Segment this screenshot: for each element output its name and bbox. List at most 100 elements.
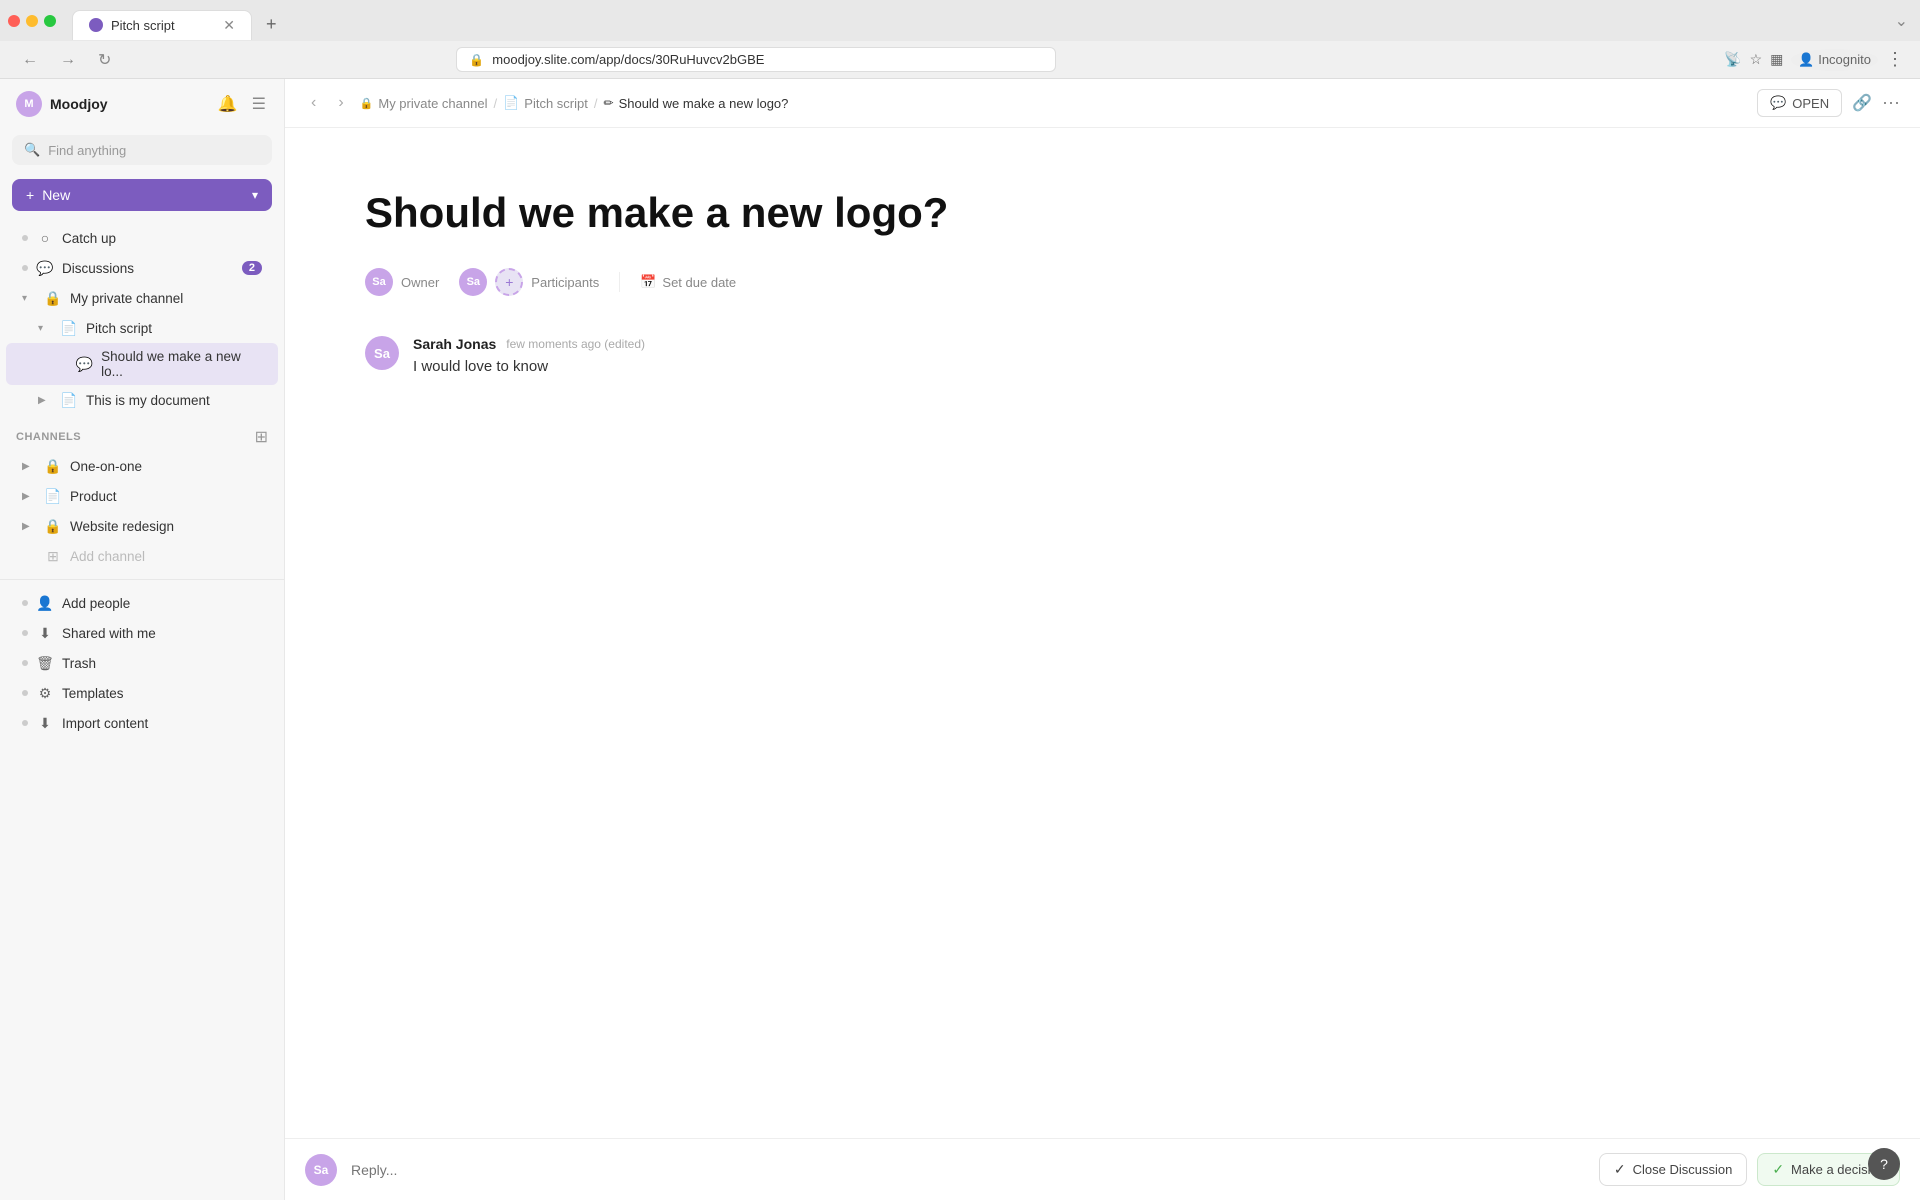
due-date-btn[interactable]: 📅 Set due date — [640, 274, 736, 290]
address-input[interactable]: 🔒 moodjoy.slite.com/app/docs/30RuHuvcv2b… — [456, 47, 1056, 72]
workspace-label: Moodjoy — [50, 96, 108, 112]
add-channel-section-btn[interactable]: ⊞ — [255, 427, 268, 447]
active-tab[interactable]: Pitch script ✕ — [72, 10, 252, 40]
catchup-icon: ○ — [36, 229, 54, 247]
breadcrumb-discussion[interactable]: ✏ Should we make a new logo? — [604, 96, 789, 111]
notifications-btn[interactable]: 🔔 — [216, 92, 240, 116]
bookmark-icon[interactable]: ☆ — [1750, 51, 1763, 68]
nav-item-shared-with-me[interactable]: ⬇ Shared with me — [6, 618, 278, 648]
tab-close-btn[interactable]: ✕ — [223, 17, 235, 34]
discussions-badge: 2 — [242, 261, 262, 275]
reply-input[interactable] — [351, 1162, 1585, 1178]
nav-item-import[interactable]: ⬇ Import content — [6, 708, 278, 738]
more-options-btn[interactable]: ⋯ — [1882, 93, 1900, 114]
minimize-window-btn[interactable] — [26, 15, 38, 27]
shared-icon: ⬇ — [36, 624, 54, 642]
message-time: few moments ago (edited) — [506, 337, 645, 351]
help-btn[interactable]: ? — [1868, 1148, 1900, 1180]
maximize-window-btn[interactable] — [44, 15, 56, 27]
breadcrumb-doc-icon: 📄 — [503, 95, 519, 111]
add-participant-btn[interactable]: + — [495, 268, 523, 296]
close-discussion-btn[interactable]: ✓ Close Discussion — [1599, 1153, 1747, 1186]
discussions-label: Discussions — [62, 261, 134, 276]
sidebar-toggle-icon[interactable]: ▦ — [1770, 51, 1783, 68]
sidebar: M Moodjoy 🔔 ☰ 🔍 Find anything + New ▾ ○ … — [0, 79, 285, 1200]
app-container: M Moodjoy 🔔 ☰ 🔍 Find anything + New ▾ ○ … — [0, 79, 1920, 1200]
close-discussion-icon: ✓ — [1614, 1161, 1626, 1178]
add-channel-icon: ⊞ — [44, 547, 62, 565]
new-button-label: New — [42, 187, 70, 203]
nav-item-trash[interactable]: 🗑 Trash — [6, 648, 278, 678]
sidebar-nav: ○ Catch up 💬 Discussions 2 ▾ 🔒 My privat… — [0, 219, 284, 1200]
nav-item-one-on-one[interactable]: ▶ 🔒 One-on-one — [6, 451, 278, 481]
pitch-script-chevron: ▾ — [38, 323, 52, 334]
forward-btn[interactable]: → — [54, 49, 82, 71]
new-button-arrow: ▾ — [252, 188, 258, 202]
reply-actions: ✓ Close Discussion ✓ Make a decision — [1599, 1153, 1900, 1186]
message-header: Sarah Jonas few moments ago (edited) — [413, 336, 1840, 352]
workspace-avatar: M — [16, 91, 42, 117]
tab-overflow-btn[interactable]: ⌄ — [1883, 3, 1920, 39]
breadcrumb-channel-label: My private channel — [378, 96, 487, 111]
shared-label: Shared with me — [62, 626, 156, 641]
sidebar-divider — [0, 579, 284, 580]
meta-divider — [619, 272, 620, 292]
search-icon: 🔍 — [24, 142, 40, 158]
templates-icon: ⚙ — [36, 684, 54, 702]
nav-item-templates[interactable]: ⚙ Templates — [6, 678, 278, 708]
browser-chrome: Pitch script ✕ + ⌄ ← → ↻ 🔒 moodjoy.slite… — [0, 0, 1920, 79]
nav-item-my-document[interactable]: ▶ 📄 This is my document — [6, 385, 278, 415]
nav-item-catchup[interactable]: ○ Catch up — [6, 223, 278, 253]
nav-item-private-channel[interactable]: ▾ 🔒 My private channel — [6, 283, 278, 313]
browser-actions: 📡 ☆ ▦ 👤 Incognito ⋮ — [1724, 49, 1904, 71]
open-btn[interactable]: 💬 OPEN — [1757, 89, 1842, 117]
profile-icon[interactable]: 👤 Incognito — [1791, 49, 1878, 71]
nav-item-add-channel[interactable]: ⊞ Add channel — [6, 541, 278, 571]
menu-icon[interactable]: ⋮ — [1886, 49, 1904, 70]
breadcrumb-lock-icon: 🔒 — [360, 97, 374, 110]
my-document-chevron: ▶ — [38, 395, 52, 406]
open-icon: 💬 — [1770, 95, 1786, 111]
add-people-label: Add people — [62, 596, 130, 611]
nav-item-discussion-active[interactable]: 💬 Should we make a new lo... — [6, 343, 278, 385]
breadcrumb-pencil-icon: ✏ — [604, 96, 614, 110]
website-redesign-chevron: ▶ — [22, 521, 36, 532]
new-icon: + — [26, 187, 34, 203]
trash-dot — [22, 660, 28, 666]
add-people-icon: 👤 — [36, 594, 54, 612]
message-author: Sarah Jonas — [413, 336, 496, 352]
catchup-label: Catch up — [62, 231, 116, 246]
private-channel-lock-icon: 🔒 — [44, 289, 62, 307]
nav-item-discussions[interactable]: 💬 Discussions 2 — [6, 253, 278, 283]
discussion-title: Should we make a new logo? — [365, 188, 1840, 238]
nav-item-product[interactable]: ▶ 📄 Product — [6, 481, 278, 511]
back-nav-btn[interactable]: ‹ — [305, 92, 322, 114]
due-date-label: Set due date — [662, 275, 736, 290]
address-bar: ← → ↻ 🔒 moodjoy.slite.com/app/docs/30RuH… — [0, 41, 1920, 78]
reload-btn[interactable]: ↻ — [92, 48, 117, 72]
copy-link-btn[interactable]: 🔗 — [1852, 93, 1872, 113]
open-label: OPEN — [1792, 96, 1829, 111]
url-text: moodjoy.slite.com/app/docs/30RuHuvcv2bGB… — [492, 52, 764, 67]
product-label: Product — [70, 489, 117, 504]
nav-item-pitch-script[interactable]: ▾ 📄 Pitch script — [6, 313, 278, 343]
import-label: Import content — [62, 716, 148, 731]
breadcrumb: 🔒 My private channel / 📄 Pitch script / … — [360, 95, 789, 111]
nav-item-website-redesign[interactable]: ▶ 🔒 Website redesign — [6, 511, 278, 541]
new-button[interactable]: + New ▾ — [12, 179, 272, 211]
breadcrumb-channel[interactable]: 🔒 My private channel — [360, 96, 488, 111]
sidebar-header: M Moodjoy 🔔 ☰ — [0, 79, 284, 129]
channels-label: Channels — [16, 431, 81, 443]
tab-title: Pitch script — [111, 18, 175, 33]
search-bar[interactable]: 🔍 Find anything — [12, 135, 272, 165]
tab-favicon — [89, 18, 103, 32]
nav-item-add-people[interactable]: 👤 Add people — [6, 588, 278, 618]
breadcrumb-doc[interactable]: 📄 Pitch script — [503, 95, 588, 111]
new-tab-btn[interactable]: + — [256, 8, 287, 41]
collapse-sidebar-btn[interactable]: ☰ — [250, 92, 268, 116]
close-window-btn[interactable] — [8, 15, 20, 27]
back-btn[interactable]: ← — [16, 49, 44, 71]
forward-nav-btn[interactable]: › — [332, 92, 349, 114]
cast-icon[interactable]: 📡 — [1724, 51, 1741, 68]
message-avatar: Sa — [365, 336, 399, 370]
